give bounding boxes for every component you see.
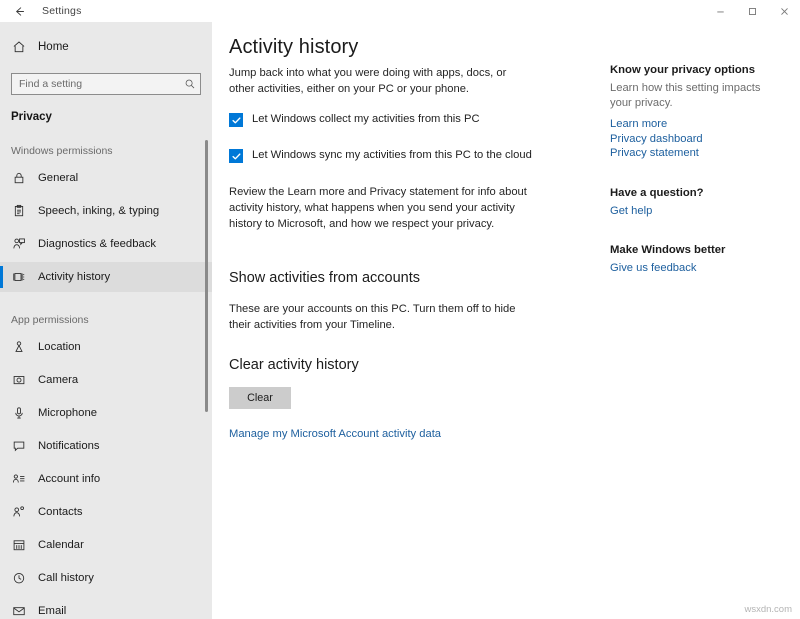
maximize-button[interactable] bbox=[736, 0, 768, 22]
sidebar-group-windows-permissions: Windows permissions bbox=[11, 145, 212, 157]
clipboard-icon bbox=[12, 204, 33, 218]
sidebar-scrollbar-thumb[interactable] bbox=[205, 140, 208, 412]
sidebar-item-contacts[interactable]: Contacts bbox=[0, 497, 212, 527]
sidebar-item-location[interactable]: Location bbox=[0, 332, 212, 362]
sidebar-scrollbar[interactable] bbox=[204, 22, 209, 619]
sidebar-item-contacts-label: Contacts bbox=[38, 506, 83, 518]
sidebar-item-microphone[interactable]: Microphone bbox=[0, 398, 212, 428]
settings-window: Settings Home bbox=[0, 0, 800, 619]
learn-more-link[interactable]: Learn more bbox=[610, 117, 785, 132]
checkbox-sync-activities-label: Let Windows sync my activities from this… bbox=[252, 148, 532, 163]
sidebar-item-speech-inking-typing[interactable]: Speech, inking, & typing bbox=[0, 196, 212, 226]
search-box[interactable] bbox=[11, 73, 201, 95]
sidebar-item-activity-history[interactable]: Activity history bbox=[0, 262, 212, 292]
sidebar-item-location-label: Location bbox=[38, 341, 81, 353]
sidebar-item-home[interactable]: Home bbox=[0, 32, 212, 62]
checkbox-collect-activities-label: Let Windows collect my activities from t… bbox=[252, 112, 480, 127]
search-input[interactable] bbox=[12, 78, 180, 90]
person-feedback-icon bbox=[12, 237, 33, 251]
sidebar-item-account-info-label: Account info bbox=[38, 473, 100, 485]
privacy-options-description: Learn how this setting impacts your priv… bbox=[610, 81, 785, 111]
sidebar-item-notifications-label: Notifications bbox=[38, 440, 100, 452]
sidebar-item-microphone-label: Microphone bbox=[38, 407, 97, 419]
home-icon bbox=[12, 40, 34, 54]
privacy-statement-link[interactable]: Privacy statement bbox=[610, 146, 785, 161]
have-a-question-heading: Have a question? bbox=[610, 187, 785, 199]
give-us-feedback-link[interactable]: Give us feedback bbox=[610, 261, 785, 276]
sidebar-item-camera-label: Camera bbox=[38, 374, 78, 386]
sidebar-item-home-label: Home bbox=[38, 41, 69, 53]
clear-button[interactable]: Clear bbox=[229, 387, 291, 409]
call-history-icon bbox=[12, 571, 33, 585]
location-icon bbox=[12, 340, 33, 354]
accounts-section-description: These are your accounts on this PC. Turn… bbox=[229, 301, 534, 333]
have-a-question-block: Have a question? Get help bbox=[610, 187, 785, 219]
accounts-section-heading: Show activities from accounts bbox=[229, 270, 420, 286]
sidebar-item-notifications[interactable]: Notifications bbox=[0, 431, 212, 461]
privacy-options-block: Know your privacy options Learn how this… bbox=[610, 64, 785, 161]
search-icon[interactable] bbox=[180, 78, 200, 90]
sidebar-item-activity-history-label: Activity history bbox=[38, 271, 110, 283]
checkbox-collect-activities[interactable]: Let Windows collect my activities from t… bbox=[229, 112, 480, 127]
related-info-panel: Know your privacy options Learn how this… bbox=[610, 64, 785, 302]
sidebar-item-diagnostics-label: Diagnostics & feedback bbox=[38, 238, 156, 250]
checkbox-sync-activities[interactable]: Let Windows sync my activities from this… bbox=[229, 148, 532, 163]
calendar-icon bbox=[12, 538, 33, 552]
notification-icon bbox=[12, 439, 33, 453]
privacy-dashboard-link[interactable]: Privacy dashboard bbox=[610, 132, 785, 147]
close-button[interactable] bbox=[768, 0, 800, 22]
sidebar-item-calendar[interactable]: Calendar bbox=[0, 530, 212, 560]
sidebar-group-app-permissions: App permissions bbox=[11, 314, 212, 326]
manage-account-activity-link[interactable]: Manage my Microsoft Account activity dat… bbox=[229, 428, 441, 440]
title-bar: Settings bbox=[0, 0, 800, 22]
sidebar-item-calendar-label: Calendar bbox=[38, 539, 84, 551]
main-content: Activity history Jump back into what you… bbox=[212, 22, 800, 619]
get-help-link[interactable]: Get help bbox=[610, 204, 785, 219]
sidebar-item-general-label: General bbox=[38, 172, 78, 184]
activity-history-icon bbox=[12, 270, 33, 284]
contacts-icon bbox=[12, 505, 33, 519]
review-paragraph: Review the Learn more and Privacy statem… bbox=[229, 184, 534, 232]
account-info-icon bbox=[12, 472, 33, 486]
sidebar-item-email-label: Email bbox=[38, 605, 66, 617]
page-title: Activity history bbox=[229, 36, 358, 59]
sidebar-item-general[interactable]: General bbox=[0, 163, 212, 193]
sidebar-item-call-history[interactable]: Call history bbox=[0, 563, 212, 593]
camera-icon bbox=[12, 373, 33, 387]
sidebar-item-camera[interactable]: Camera bbox=[0, 365, 212, 395]
sidebar-item-call-history-label: Call history bbox=[38, 572, 94, 584]
microphone-icon bbox=[12, 406, 33, 420]
email-icon bbox=[12, 604, 33, 618]
sidebar: Home Privacy Windows permissions bbox=[0, 22, 212, 619]
intro-text: Jump back into what you were doing with … bbox=[229, 65, 521, 97]
checkbox-checked-icon[interactable] bbox=[229, 149, 243, 163]
sidebar-item-account-info[interactable]: Account info bbox=[0, 464, 212, 494]
clear-section-heading: Clear activity history bbox=[229, 357, 359, 373]
sidebar-item-diagnostics-feedback[interactable]: Diagnostics & feedback bbox=[0, 229, 212, 259]
watermark: wsxdn.com bbox=[744, 604, 792, 615]
sidebar-item-speech-label: Speech, inking, & typing bbox=[38, 205, 159, 217]
sidebar-category-title: Privacy bbox=[11, 111, 212, 123]
make-windows-better-heading: Make Windows better bbox=[610, 244, 785, 256]
back-button[interactable] bbox=[0, 0, 38, 22]
window-title: Settings bbox=[42, 5, 82, 17]
sidebar-item-email[interactable]: Email bbox=[0, 596, 212, 619]
window-controls bbox=[704, 0, 800, 22]
privacy-options-heading: Know your privacy options bbox=[610, 64, 785, 76]
lock-icon bbox=[12, 171, 33, 185]
minimize-button[interactable] bbox=[704, 0, 736, 22]
checkbox-checked-icon[interactable] bbox=[229, 113, 243, 127]
make-windows-better-block: Make Windows better Give us feedback bbox=[610, 244, 785, 276]
